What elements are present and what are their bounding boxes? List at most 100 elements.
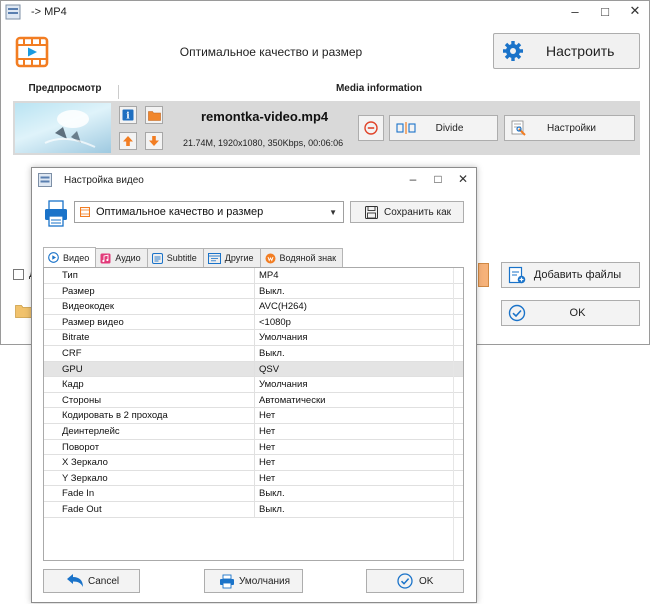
move-up-button[interactable] (119, 132, 137, 150)
file-meta: 21.74M, 1920x1080, 350Kbps, 00:06:06 (183, 138, 344, 148)
remove-file-button[interactable] (358, 115, 384, 141)
move-down-button[interactable] (145, 132, 163, 150)
property-value[interactable]: <1080p (255, 315, 291, 330)
maximize-icon[interactable]: □ (597, 3, 613, 19)
printer-preset-icon (45, 200, 67, 227)
property-value[interactable]: Нет (255, 440, 275, 455)
file-row[interactable]: i remontka-video.mp4 21.74M, 1920x1080, … (13, 101, 640, 155)
dialog-ok-button[interactable]: OK (366, 569, 464, 593)
property-row[interactable]: Размер Выкл. (44, 283, 463, 300)
divide-button[interactable]: Divide (389, 115, 498, 141)
property-key: Поворот (44, 439, 255, 455)
properties-table: Тип MP4 Размер Выкл. Видеокодек AVC(H264) Разм… (43, 267, 464, 561)
property-key: Деинтерлейс (44, 423, 255, 439)
dialog-maximize-icon[interactable]: □ (431, 172, 445, 186)
property-value[interactable]: Умолчания (255, 377, 307, 392)
svg-text:i: i (126, 112, 130, 122)
subtitle-tab-icon (151, 252, 163, 264)
property-row[interactable]: Кадр Умолчания (44, 377, 463, 393)
close-icon[interactable]: ✕ (627, 3, 643, 19)
media-info-header: Media information (335, 83, 423, 94)
tab-video[interactable]: Видео (43, 247, 97, 267)
thumbnail-image-icon (44, 110, 96, 148)
property-row[interactable]: Видеокодек AVC(H264) (44, 299, 463, 315)
main-ok-button[interactable]: OK (501, 300, 640, 326)
tab-subtitle[interactable]: Subtitle (146, 248, 204, 267)
property-row[interactable]: Bitrate Умолчания (44, 330, 463, 346)
property-value[interactable]: Выкл. (255, 502, 285, 517)
property-value[interactable]: Нет (255, 408, 275, 423)
property-value[interactable]: Автоматически (255, 393, 325, 408)
property-value[interactable]: Умолчания (255, 330, 307, 345)
tab-video-label: Видео (63, 252, 90, 263)
tab-other[interactable]: Другие (202, 248, 261, 267)
divide-icon (396, 122, 416, 134)
dialog-app-icon (38, 173, 52, 187)
property-value[interactable]: MP4 (255, 268, 279, 283)
save-as-button[interactable]: Сохранить как (350, 201, 464, 223)
property-value[interactable]: Нет (255, 471, 275, 486)
property-row[interactable]: Fade Out Выкл. (44, 501, 463, 518)
file-settings-button[interactable]: Настройки (504, 115, 635, 141)
property-key: Стороны (44, 392, 255, 408)
property-value[interactable]: Нет (255, 424, 275, 439)
preset-film-icon (80, 207, 90, 217)
property-key: Размер видео (44, 314, 255, 330)
undo-arrow-icon (67, 574, 83, 587)
property-value[interactable]: Выкл. (255, 284, 285, 299)
file-name: remontka-video.mp4 (201, 109, 329, 124)
property-key: Тип (44, 268, 255, 283)
property-row[interactable]: Y Зеркало Нет (44, 470, 463, 487)
arrow-up-icon (123, 136, 133, 146)
property-row[interactable]: CRF Выкл. (44, 345, 463, 362)
property-row[interactable]: Стороны Автоматически (44, 392, 463, 409)
open-folder-button[interactable] (145, 106, 163, 124)
property-row[interactable]: Fade In Выкл. (44, 486, 463, 502)
property-row[interactable]: X Зеркало Нет (44, 455, 463, 471)
property-key: Кодировать в 2 прохода (44, 408, 255, 423)
add-files-button[interactable]: Добавить файлы (501, 262, 640, 288)
tab-audio[interactable]: Аудио (95, 248, 148, 267)
defaults-button[interactable]: Умолчания (204, 569, 303, 593)
save-disk-icon (365, 205, 378, 219)
minimize-icon[interactable]: – (567, 3, 583, 19)
cancel-button[interactable]: Cancel (43, 569, 140, 593)
property-value[interactable]: Нет (255, 455, 275, 470)
dialog-close-icon[interactable]: ✕ (456, 172, 470, 186)
property-row[interactable]: GPU QSV (44, 361, 463, 378)
property-row[interactable]: Кодировать в 2 прохода Нет (44, 408, 463, 424)
info-button[interactable]: i (119, 106, 137, 124)
property-row[interactable]: Тип MP4 (44, 268, 463, 284)
tab-watermark[interactable]: Водяной знак (259, 248, 344, 267)
hidden-button-edge (478, 263, 489, 287)
property-key: X Зеркало (44, 455, 255, 470)
property-value[interactable]: Выкл. (255, 486, 285, 501)
property-value[interactable]: QSV (255, 362, 279, 377)
preset-select[interactable]: Оптимальное качество и размер ▼ (74, 201, 344, 223)
dialog-titlebar: Настройка видео – □ ✕ (32, 168, 476, 192)
property-value[interactable]: Выкл. (255, 346, 285, 361)
app-icon (5, 4, 21, 20)
configure-button[interactable]: Настроить (493, 33, 640, 69)
video-thumbnail[interactable] (15, 103, 111, 153)
main-titlebar: -> MP4 – □ ✕ (1, 1, 649, 23)
property-row[interactable]: Поворот Нет (44, 439, 463, 456)
tab-other-label: Другие (224, 253, 254, 263)
save-as-label: Сохранить как (384, 206, 452, 218)
property-row[interactable]: Деинтерлейс Нет (44, 423, 463, 440)
dialog-title: Настройка видео (64, 175, 144, 186)
property-value[interactable]: AVC(H264) (255, 299, 307, 314)
main-checkbox[interactable] (13, 269, 24, 280)
dialog-minimize-icon[interactable]: – (406, 172, 420, 186)
properties-scrollbar[interactable] (453, 268, 463, 560)
configure-button-label: Настроить (546, 43, 615, 59)
remove-icon (364, 121, 378, 135)
divide-button-label: Divide (435, 122, 464, 134)
property-key: Кадр (44, 377, 255, 392)
other-tab-icon (207, 252, 221, 264)
preview-header: Предпросмотр (28, 83, 102, 94)
settings-tabs: Видео Аудио Subtitle Другие Водяной знак (43, 247, 344, 267)
property-row[interactable]: Размер видео <1080p (44, 314, 463, 331)
watermark-tab-icon (265, 253, 276, 263)
audio-tab-icon (100, 253, 111, 263)
